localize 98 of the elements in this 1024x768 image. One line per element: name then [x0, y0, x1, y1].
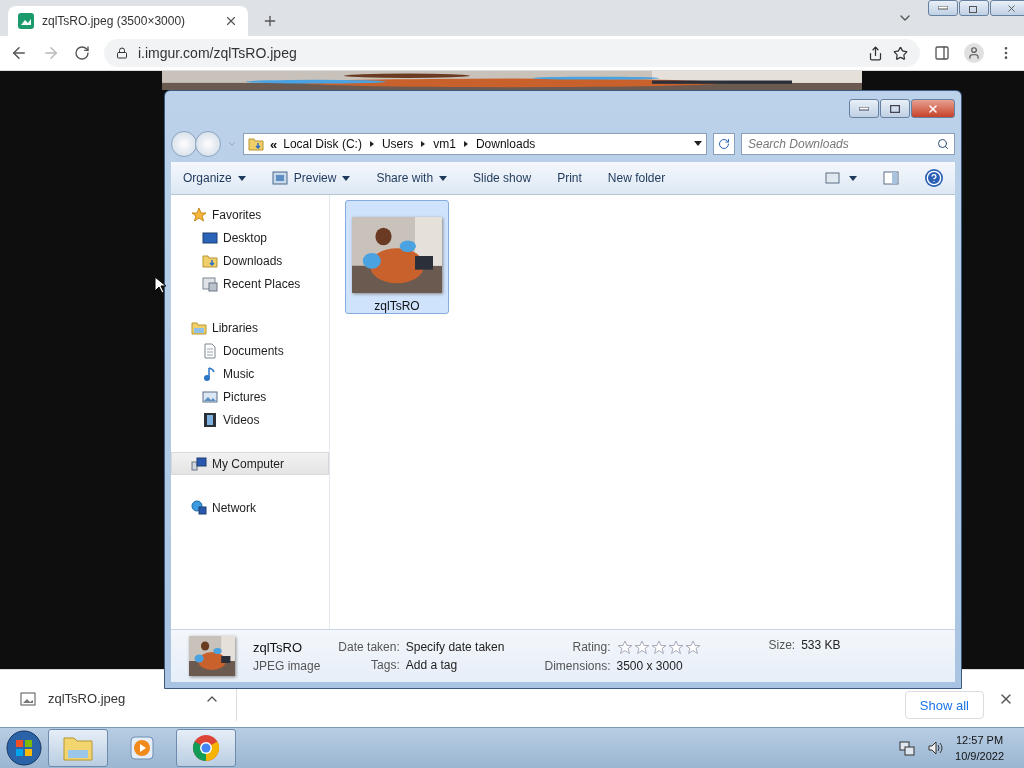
back-icon[interactable] — [10, 44, 28, 62]
minimize-icon — [859, 106, 869, 111]
breadcrumb-item[interactable]: Users — [381, 137, 414, 151]
folder-icon — [248, 136, 264, 152]
film-icon — [202, 411, 218, 428]
file-name: zqlTsRO — [253, 639, 304, 655]
folder-icon — [62, 734, 94, 762]
chrome-icon — [192, 734, 220, 762]
star-icon — [667, 639, 684, 655]
breadcrumb-item[interactable]: Downloads — [475, 137, 536, 151]
folder-icon — [202, 252, 218, 269]
nav-item[interactable]: My Computer — [171, 452, 329, 475]
toolbar-button[interactable]: Preview — [271, 171, 351, 185]
file-name: zqlTsRO — [374, 299, 420, 313]
field-label: Tags: — [370, 658, 400, 672]
size-value: 533 KB — [801, 638, 841, 652]
field-label: Size: — [768, 638, 796, 652]
minimize-button[interactable] — [849, 99, 879, 118]
close-icon — [927, 102, 939, 115]
side-panel-icon[interactable] — [934, 45, 950, 61]
minimize-icon — [938, 6, 948, 10]
share-icon[interactable] — [868, 45, 883, 61]
star-icon — [650, 639, 667, 655]
download-item[interactable]: zqlTsRO.jpeg — [20, 676, 237, 721]
taskbar-button[interactable] — [176, 729, 236, 767]
nav-item[interactable]: Videos — [171, 408, 329, 431]
close-icon[interactable] — [224, 14, 238, 28]
nav-item[interactable]: Documents — [171, 339, 329, 362]
nav-item[interactable]: Favorites — [171, 203, 329, 226]
field-label: Rating: — [571, 640, 611, 654]
nav-item[interactable]: Recent Places — [171, 272, 329, 295]
restore-icon — [969, 3, 979, 13]
start-button[interactable] — [4, 729, 44, 767]
search-field[interactable]: Search Downloads — [741, 133, 955, 155]
profile-icon[interactable] — [964, 43, 984, 63]
toolbar-button[interactable]: New folder — [607, 171, 666, 185]
dimensions-value: 3500 x 3000 — [616, 658, 684, 673]
image-file-icon — [20, 691, 36, 706]
library-icon — [191, 319, 207, 336]
toolbar-button[interactable]: Organize — [183, 171, 246, 185]
play-icon — [129, 735, 155, 761]
nav-item[interactable]: Desktop — [171, 226, 329, 249]
refresh-icon[interactable] — [713, 133, 735, 155]
reload-icon[interactable] — [74, 45, 90, 61]
caret-icon[interactable] — [849, 175, 857, 181]
places-icon — [202, 275, 218, 292]
toolbar-button[interactable]: Slide show — [473, 171, 532, 185]
nav-item[interactable]: Network — [171, 496, 329, 519]
rating-stars[interactable] — [616, 639, 701, 655]
star-icon[interactable] — [893, 45, 908, 61]
breadcrumb-item[interactable]: Local Disk (C:) — [283, 137, 362, 151]
search-icon[interactable] — [937, 138, 949, 150]
file-item[interactable]: zqlTsRO — [345, 200, 449, 314]
maximize-icon — [890, 104, 900, 113]
network-icon — [191, 499, 207, 516]
image-favicon — [18, 13, 34, 29]
music-note-icon — [202, 365, 218, 382]
close-icon — [1005, 2, 1017, 14]
lock-icon — [116, 47, 128, 59]
close-button[interactable] — [990, 0, 1024, 16]
star-icon — [633, 639, 650, 655]
monitor-icon — [202, 229, 218, 246]
star-icon — [684, 639, 701, 655]
document-icon — [202, 342, 218, 359]
nav-item[interactable]: Music — [171, 362, 329, 385]
caret-icon[interactable] — [694, 141, 702, 147]
breadcrumb-bar[interactable]: « Local Disk (C:) Users vm1 Downloads — [243, 133, 707, 155]
maximize-button[interactable] — [880, 99, 910, 118]
caret-icon[interactable] — [461, 140, 470, 148]
image-icon — [202, 388, 218, 405]
clock[interactable]: 12:57 PM 10/9/2022 — [955, 732, 1004, 764]
toolbar-button[interactable]: Print — [557, 171, 582, 185]
nav-item[interactable]: Libraries — [171, 316, 329, 339]
restore-button[interactable] — [959, 0, 989, 16]
field-label: Date taken: — [338, 640, 400, 654]
minimize-button[interactable] — [928, 0, 958, 16]
nav-item[interactable]: Downloads — [171, 249, 329, 272]
overflow-chevron[interactable]: « — [270, 136, 278, 152]
browser-tab[interactable]: zqlTsRO.jpeg (3500×3000) — [8, 6, 248, 36]
caret-icon[interactable] — [367, 140, 376, 148]
network-icon[interactable] — [899, 740, 916, 756]
star-icon — [616, 639, 633, 655]
tags-value[interactable]: Add a tag — [405, 658, 505, 672]
date-value[interactable]: Specify date taken — [405, 640, 505, 654]
breadcrumb-item[interactable]: vm1 — [433, 137, 456, 151]
address-bar[interactable]: i.imgur.com/zqlTsRO.jpeg — [104, 39, 920, 67]
cursor-icon — [154, 276, 166, 294]
taskbar-button[interactable] — [48, 729, 108, 767]
field-label: Dimensions: — [544, 658, 611, 673]
star-icon — [191, 206, 207, 223]
nav-item[interactable]: Pictures — [171, 385, 329, 408]
help-icon[interactable] — [925, 169, 943, 187]
file-type: JPEG image — [253, 658, 321, 673]
toolbar-button[interactable]: Share with — [376, 171, 448, 185]
speaker-icon[interactable] — [927, 740, 944, 756]
preview-icon — [271, 171, 288, 185]
show-all-button[interactable]: Show all — [904, 691, 984, 719]
computer-icon — [191, 455, 207, 472]
